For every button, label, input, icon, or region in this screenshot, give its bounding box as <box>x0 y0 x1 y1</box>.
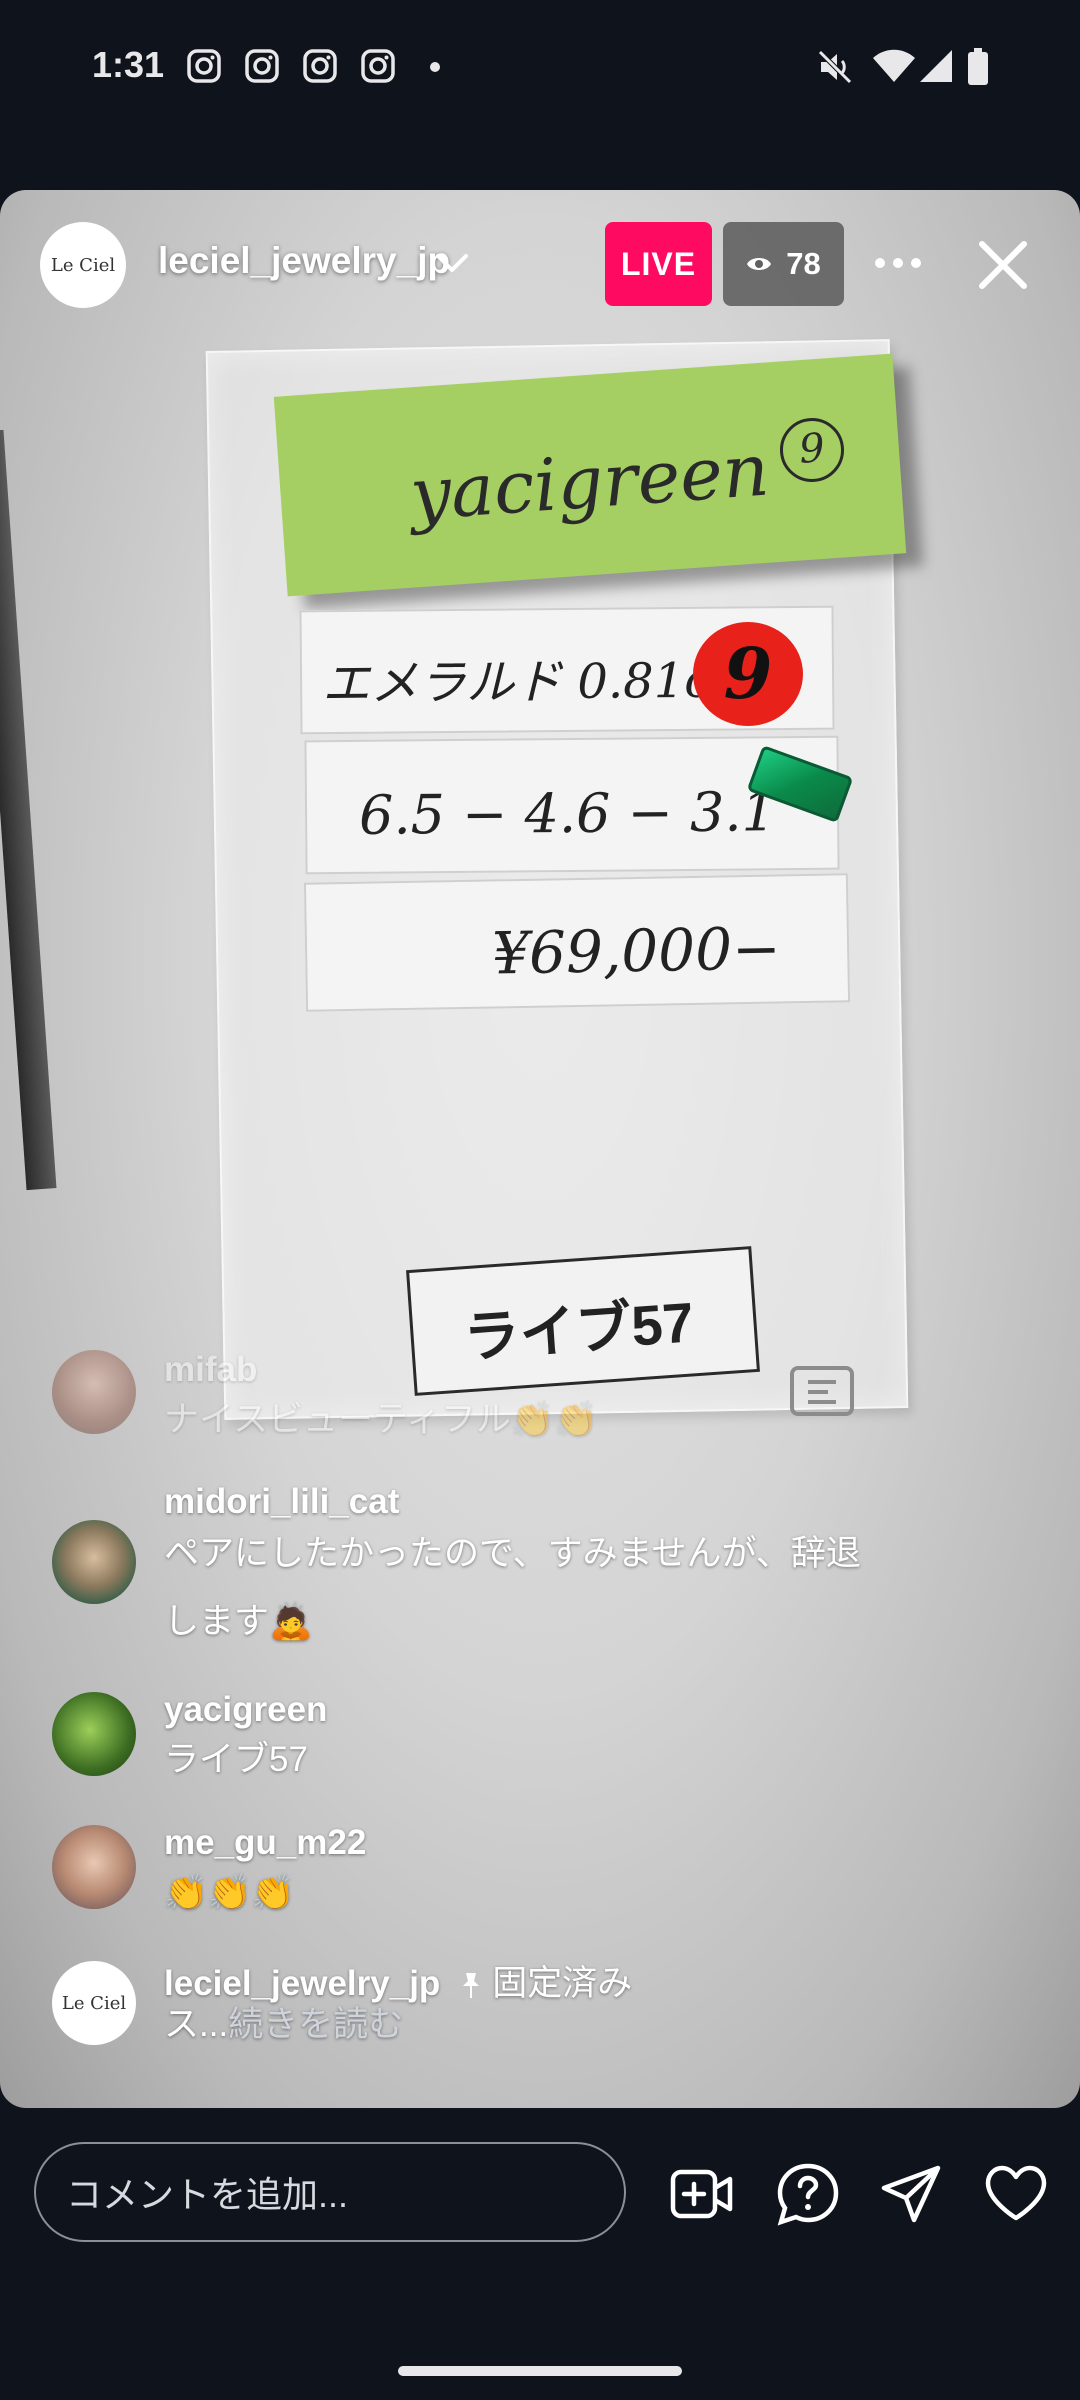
comment-username[interactable]: mifab <box>164 1350 257 1390</box>
close-icon[interactable] <box>968 230 1038 300</box>
instagram-icon <box>245 49 279 83</box>
commenter-avatar[interactable] <box>52 1520 136 1604</box>
gem-dimensions: 6.5 − 4.6 − 3.1 <box>358 780 777 847</box>
comment-username[interactable]: yacigreen <box>164 1690 327 1730</box>
commenter-avatar[interactable] <box>52 1825 136 1909</box>
instagram-icon <box>187 49 221 83</box>
comment-text: 👏👏👏 <box>164 1873 295 1912</box>
heart-icon[interactable] <box>984 2162 1048 2226</box>
chevron-down-icon[interactable] <box>432 246 472 282</box>
comment-username[interactable]: midori_lili_cat <box>164 1482 399 1522</box>
host-avatar[interactable]: Le Ciel <box>40 222 126 308</box>
pinned-comment-text: ス...続きを読む <box>164 1991 924 2059</box>
commenter-avatar[interactable] <box>52 1350 136 1434</box>
status-time: 1:31 <box>92 44 165 85</box>
commenter-avatar[interactable]: Le Ciel <box>52 1961 136 2045</box>
gem-name-weight: エメラルド 0.81ct <box>321 652 731 713</box>
add-video-guest-icon[interactable] <box>670 2162 734 2226</box>
viewer-count: 78 <box>786 246 821 281</box>
instagram-icon <box>361 49 395 83</box>
read-more-link[interactable]: 続きを読む <box>228 2005 403 2044</box>
live-stamp-card: ライブ57 <box>406 1246 760 1396</box>
gem-price: ¥69,000− <box>491 914 782 988</box>
status-bar: 1:31 <box>0 0 1080 135</box>
comment-input-placeholder: コメントを追加... <box>66 2174 349 2215</box>
live-header: Le Ciel leciel_jewelry_jp LIVE 78 <box>0 190 1080 340</box>
comment-text: ナイスビューティフル👏👏 <box>164 1400 599 1439</box>
question-icon[interactable] <box>776 2162 840 2226</box>
host-username[interactable]: leciel_jewelry_jp <box>158 240 450 282</box>
viewer-count-badge[interactable]: 78 <box>723 222 844 306</box>
commenter-avatar[interactable] <box>52 1692 136 1776</box>
eye-icon <box>747 258 772 270</box>
signal-icon <box>920 50 952 82</box>
instagram-icon <box>303 49 337 83</box>
notification-dot <box>430 62 440 72</box>
comment-text: ス... <box>164 2005 229 2044</box>
mute-icon <box>818 50 852 84</box>
share-icon[interactable] <box>880 2162 944 2226</box>
home-indicator[interactable] <box>398 2366 682 2376</box>
battery-icon <box>968 48 988 85</box>
comment-input[interactable]: コメントを追加... <box>34 2142 626 2242</box>
live-badge: LIVE <box>605 222 712 306</box>
comment-username[interactable]: me_gu_m22 <box>164 1823 366 1863</box>
live-stamp-text: ライブ57 <box>461 1290 696 1370</box>
host-avatar-logo: Le Ciel <box>50 254 116 276</box>
comment-text: ライブ57 <box>164 1740 308 1779</box>
comment-text: ペアにしたかったので、すみませんが、辞退します🙇 <box>164 1534 861 1641</box>
red-sticker-number: 9 <box>723 632 773 715</box>
gem-price-card: ¥69,000− <box>303 873 851 1012</box>
more-options-icon[interactable] <box>868 238 928 288</box>
wifi-icon <box>873 49 915 82</box>
background-shadow <box>0 429 57 1191</box>
commenter-avatar-logo: Le Ciel <box>61 1992 127 2014</box>
